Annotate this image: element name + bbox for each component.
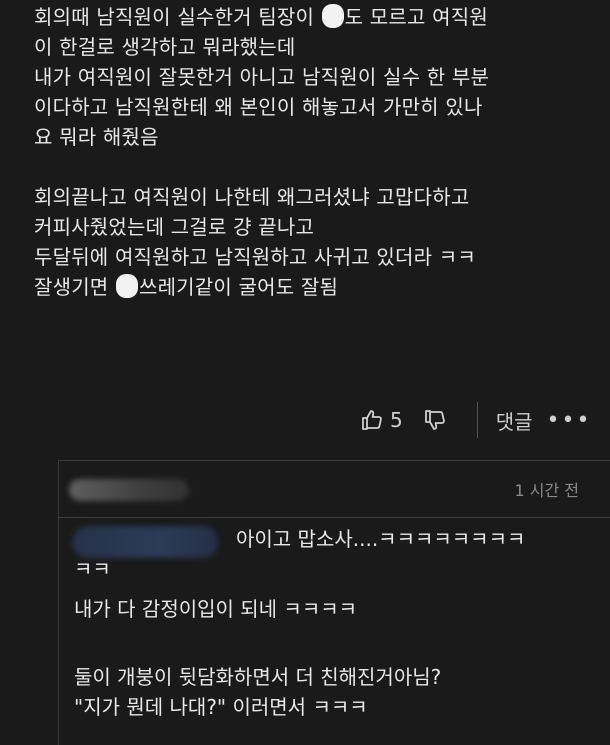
dislike-button[interactable] (423, 408, 447, 432)
comment-line: 내가 여직원이 잘못한거 아니고 남직원이 실수 한 부분 (34, 65, 490, 89)
comment-line: 요 뭐라 해줬음 (34, 125, 159, 149)
comment-body: 회의때 남직원이 실수한거 팀장이 도 모르고 여직원 이 한걸로 생각하고 뭐… (34, 2, 604, 302)
comment-line: 커피사줬었는데 그걸로 걍 끝나고 (34, 215, 315, 239)
comment-line: 회의때 남직원이 실수한거 팀장이 도 모르고 여직원 (34, 2, 604, 32)
reply-timestamp: 1 시간 전 (514, 481, 579, 500)
comment-text: 쓰레기같이 굴어도 잘됨 (138, 275, 339, 299)
more-icon[interactable]: ••• (547, 408, 592, 433)
comment-line: 이다하고 남직원한테 왜 본인이 해놓고서 가만히 있나 (34, 95, 483, 119)
reply-button[interactable]: 댓글 (496, 406, 533, 435)
thumbs-down-icon (424, 410, 445, 430)
reply-line: 아이고 맙소사....ㅋㅋㅋㅋㅋㅋㅋㅋ (236, 527, 526, 551)
reply-header: 1 시간 전 (59, 461, 610, 518)
censor-blot (321, 4, 344, 28)
reply-line: ㅋㅋ (74, 557, 111, 581)
comment-actions: 5 댓글 ••• (360, 400, 610, 440)
blurred-username (69, 479, 189, 501)
censor-blot (115, 274, 138, 298)
comment-text: 회의때 남직원이 실수한거 팀장이 (34, 5, 321, 29)
comment-line: 잘생기면 쓰레기같이 굴어도 잘됨 (34, 272, 604, 302)
comment-line: 회의끝나고 여직원이 나한테 왜그러셨냐 고맙다하고 (34, 185, 470, 209)
divider (476, 402, 478, 438)
thumbs-up-icon (362, 410, 382, 430)
reply-line: "지가 뭔데 나대?" 이러면서 ㅋㅋㅋ (74, 695, 368, 719)
comment-line: 두달뒤에 여직원하고 남직원하고 사귀고 있더라 ㅋㅋ (34, 245, 476, 269)
like-count: 5 (390, 408, 403, 432)
reply-line: 둘이 개붕이 뒷담화하면서 더 친해진거아님? (74, 665, 442, 689)
comment-line: 이 한걸로 생각하고 뭐라했는데 (34, 35, 296, 59)
reply-body: 아이고 맙소사....ㅋㅋㅋㅋㅋㅋㅋㅋ ㅋㅋ 내가 다 감정이입이 되네 ㅋㅋㅋ… (74, 524, 604, 722)
comment-text: 도 모르고 여직원 (344, 5, 488, 29)
comment-text: 잘생기면 (34, 275, 115, 299)
reply-line: 내가 다 감정이입이 되네 ㅋㅋㅋㅋ (74, 597, 358, 621)
like-button[interactable]: 5 (360, 408, 403, 432)
